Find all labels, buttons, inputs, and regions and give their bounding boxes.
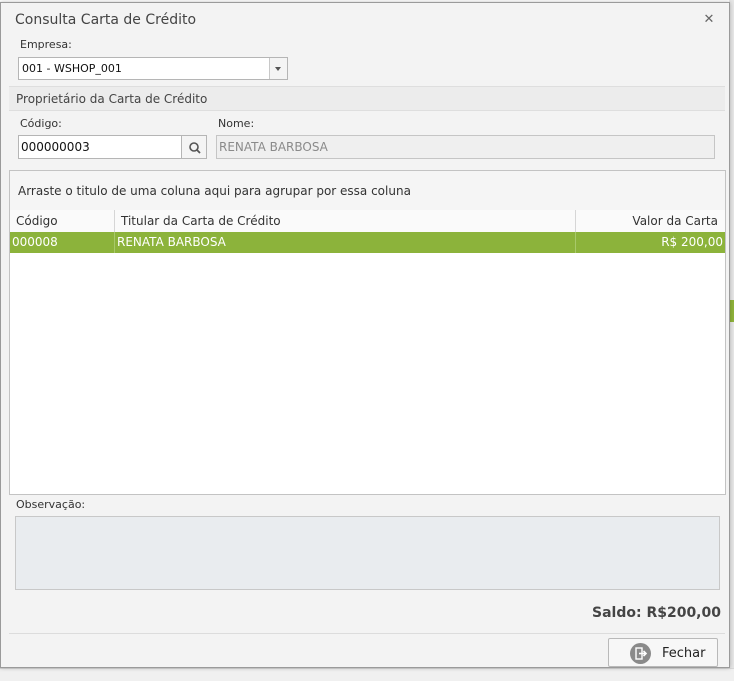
footer-divider [9, 633, 725, 634]
empresa-select[interactable]: 001 - WSHOP_001 [18, 57, 288, 80]
group-by-hint: Arraste o titulo de uma coluna aqui para… [18, 184, 411, 198]
credit-letter-dialog: Consulta Carta de Crédito ✕ Empresa: 001… [0, 2, 730, 668]
codigo-field-box[interactable] [18, 135, 182, 159]
background-highlight [730, 300, 734, 322]
exit-icon [630, 643, 651, 664]
observacao-label: Observação: [16, 498, 86, 511]
codigo-input[interactable] [19, 136, 181, 158]
close-icon[interactable]: ✕ [701, 12, 717, 28]
fechar-label: Fechar [662, 646, 706, 661]
cell-codigo: 000008 [10, 232, 115, 253]
saldo-total: Saldo: R$200,00 [592, 605, 721, 621]
nome-label: Nome: [218, 117, 255, 130]
credit-letters-grid: Arraste o titulo de uma coluna aqui para… [9, 170, 726, 495]
observacao-textarea[interactable] [15, 516, 720, 590]
nome-value: RENATA BARBOSA [219, 140, 328, 154]
empresa-label: Empresa: [20, 38, 72, 51]
nome-field: RENATA BARBOSA [216, 135, 715, 159]
search-button[interactable] [181, 135, 207, 159]
owner-group-header: Proprietário da Carta de Crédito [9, 86, 725, 111]
table-row[interactable]: 000008 RENATA BARBOSA R$ 200,00 [10, 232, 725, 253]
dialog-title: Consulta Carta de Crédito [15, 12, 197, 28]
search-icon [189, 142, 201, 154]
column-header-titular[interactable]: Titular da Carta de Crédito [115, 210, 576, 232]
cell-valor: R$ 200,00 [661, 235, 723, 249]
column-header-valor[interactable]: Valor da Carta [576, 210, 725, 232]
column-header-codigo[interactable]: Código [10, 210, 115, 232]
owner-group-title: Proprietário da Carta de Crédito [16, 92, 208, 106]
empresa-value: 001 - WSHOP_001 [22, 62, 122, 75]
cell-titular: RENATA BARBOSA [115, 232, 576, 253]
chevron-down-icon[interactable] [269, 58, 287, 79]
codigo-label: Código: [20, 117, 62, 130]
background-status-bar [0, 668, 734, 681]
grid-header: Código Titular da Carta de Crédito Valor… [10, 210, 725, 233]
fechar-button[interactable]: Fechar [608, 638, 718, 667]
group-by-panel[interactable]: Arraste o titulo de uma coluna aqui para… [10, 171, 725, 211]
